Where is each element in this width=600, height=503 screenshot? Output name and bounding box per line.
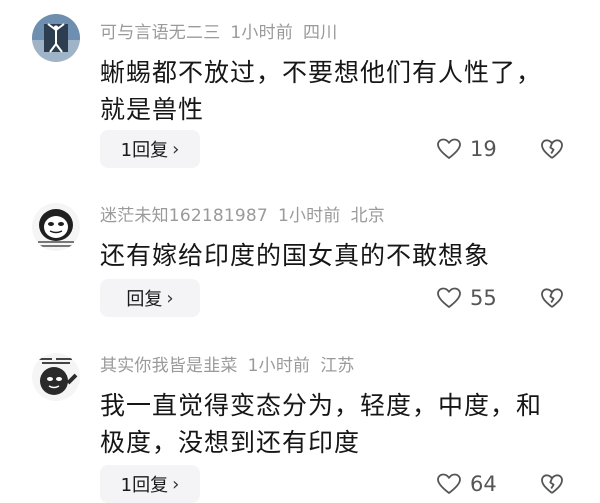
location: 北京 — [350, 206, 385, 226]
comment-text: 还有嫁给印度的国女真的不敢想象 — [100, 237, 570, 274]
comment-item: 其实你我皆是韭菜 1小时前 江苏 我一直觉得变态分为，轻度，中度，和 极度，没想到还… — [0, 347, 600, 503]
comment-text-line: 蜥蜴都不放过，不要想他们有人性了， — [100, 58, 543, 87]
heart-outline-icon — [437, 473, 461, 494]
comment-meta: 迷茫未知162181987 1小时前 北京 — [100, 201, 395, 226]
chevron-right-icon: › — [172, 138, 180, 160]
comment-text-line: 就是兽性 — [100, 95, 205, 124]
broken-heart-icon — [541, 474, 563, 494]
heart-outline-icon — [437, 138, 461, 159]
comment-item: 迷茫未知162181987 1小时前 北京 还有嫁给印度的国女真的不敢想象 回复 › … — [0, 197, 600, 327]
like-count: 55 — [470, 286, 497, 310]
comment-text-line: 我一直觉得变态分为，轻度，中度，和 — [100, 391, 543, 420]
timestamp: 1小时前 — [230, 23, 294, 43]
chevron-right-icon: › — [166, 287, 174, 309]
avatar-image — [32, 14, 80, 62]
timestamp: 1小时前 — [247, 356, 311, 376]
comment-text-line: 还有嫁给印度的国女真的不敢想象 — [100, 241, 491, 270]
avatar-image — [32, 203, 80, 251]
avatar[interactable] — [32, 203, 80, 251]
heart-outline-icon — [437, 287, 461, 308]
broken-heart-icon — [541, 139, 563, 159]
comment-item: 可与言语无二三 1小时前 四川 蜥蜴都不放过，不要想他们有人性了， 就是兽性 1回复… — [0, 14, 600, 174]
like-button[interactable]: 19 — [436, 130, 506, 168]
reply-label: 1回复 — [120, 475, 169, 496]
location: 四川 — [303, 23, 338, 43]
reply-label: 1回复 — [120, 140, 169, 161]
avatar-image — [32, 353, 80, 401]
comment-text: 我一直觉得变态分为，轻度，中度，和 极度，没想到还有印度 — [100, 387, 570, 461]
username[interactable]: 迷茫未知162181987 — [100, 206, 268, 226]
reply-label: 回复 — [126, 289, 163, 310]
like-count: 19 — [470, 137, 497, 161]
broken-heart-icon — [541, 288, 563, 308]
username[interactable]: 其实你我皆是韭菜 — [100, 356, 238, 376]
avatar[interactable] — [32, 14, 80, 62]
username[interactable]: 可与言语无二三 — [100, 23, 220, 43]
location: 江苏 — [320, 356, 355, 376]
reply-button[interactable]: 回复 › — [100, 279, 200, 317]
comment-meta: 可与言语无二三 1小时前 四川 — [100, 18, 347, 43]
like-button[interactable]: 64 — [436, 465, 506, 503]
comment-text: 蜥蜴都不放过，不要想他们有人性了， 就是兽性 — [100, 54, 570, 128]
timestamp: 1小时前 — [277, 206, 341, 226]
chevron-right-icon: › — [172, 473, 180, 495]
dislike-button[interactable] — [540, 465, 570, 503]
dislike-button[interactable] — [540, 279, 570, 317]
dislike-button[interactable] — [540, 130, 570, 168]
comment-text-line: 极度，没想到还有印度 — [100, 428, 361, 457]
reply-button[interactable]: 1回复 › — [100, 130, 200, 168]
avatar[interactable] — [32, 353, 80, 401]
reply-button[interactable]: 1回复 › — [100, 465, 200, 503]
comment-meta: 其实你我皆是韭菜 1小时前 江苏 — [100, 351, 365, 376]
like-count: 64 — [470, 472, 497, 496]
like-button[interactable]: 55 — [436, 279, 506, 317]
